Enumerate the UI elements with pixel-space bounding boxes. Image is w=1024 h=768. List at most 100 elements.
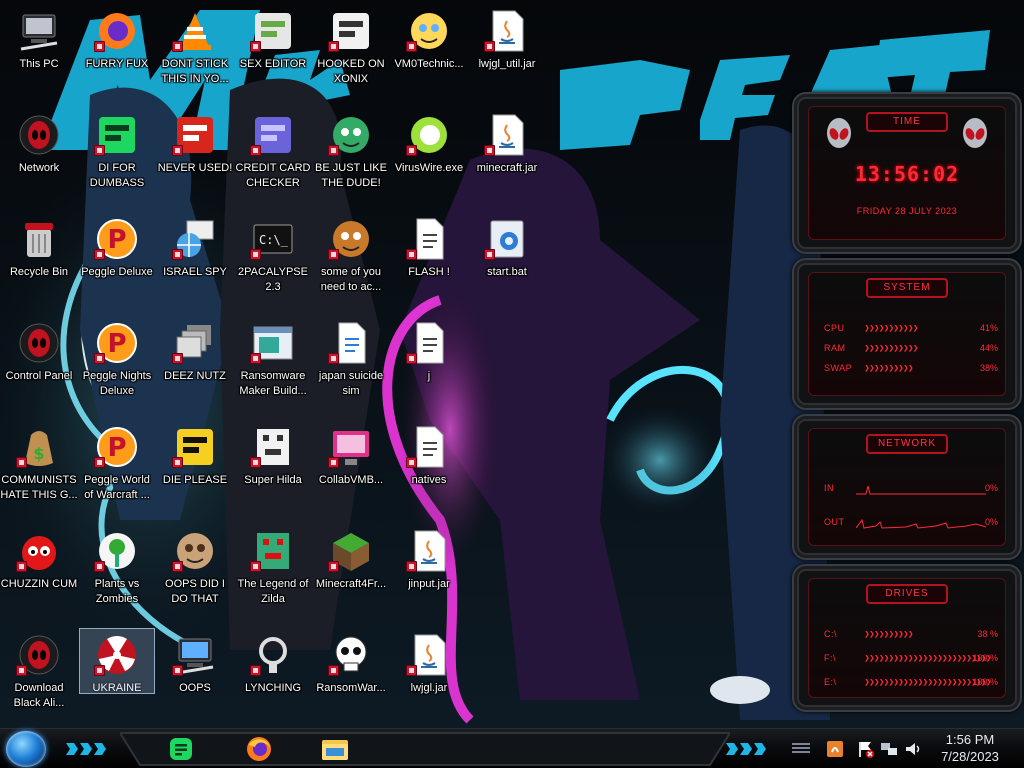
desktop-icon[interactable]: C:\_ 2PACALYPSE 2.3 <box>234 212 312 295</box>
network-gadget[interactable]: NETWORK IN 0% OUT 0% <box>792 414 1022 560</box>
desktop-icon[interactable]: P Peggle Nights Deluxe <box>78 316 156 399</box>
desktop-icon[interactable]: VM0Technic... <box>390 4 468 72</box>
desktop-icon[interactable]: $ COMMUNISTS HATE THIS G... <box>0 420 78 503</box>
desktop-icon[interactable]: ISRAEL SPY <box>156 212 234 280</box>
gadget-row-value: 100 % <box>972 653 998 663</box>
desktop-icon[interactable]: UKRAINE <box>78 628 156 696</box>
desktop-icon[interactable]: j <box>390 316 468 384</box>
desktop-icon[interactable]: some of you need to ac... <box>312 212 390 295</box>
desktop-icon[interactable]: minecraft.jar <box>468 108 546 176</box>
desktop-icon[interactable]: lwjgl.jar <box>390 628 468 696</box>
desktop-icon[interactable]: FURRY FUX <box>78 4 156 72</box>
shortcut-badge-icon <box>16 561 27 572</box>
desktop-icon[interactable]: Network <box>0 108 78 176</box>
desktop-icon-label: natives <box>411 474 447 486</box>
gadget-row-label: OUT <box>824 517 845 527</box>
desktop-icon[interactable]: japan suicide sim <box>312 316 390 399</box>
gadget-row-label: C:\ <box>824 629 838 639</box>
desktop-icon[interactable]: jinput.jar <box>390 524 468 592</box>
desktop-icon[interactable]: P Peggle World of Warcraft ... <box>78 420 156 503</box>
taskbar-firefox[interactable] <box>236 732 282 766</box>
desktop-icon-label: jinput.jar <box>408 578 450 590</box>
desktop-icon[interactable]: CREDIT CARD CHECKER <box>234 108 312 191</box>
desktop-icon[interactable]: This PC <box>0 4 78 72</box>
pixel-character-icon <box>250 424 296 470</box>
shortcut-badge-icon <box>16 457 27 468</box>
level-chevrons: ❯❯❯❯❯❯❯❯❯❯❯ <box>864 325 918 332</box>
level-chevrons: ❯❯❯❯❯❯❯❯❯❯❯ <box>864 345 918 352</box>
desktop-icon[interactable]: SEX EDITOR <box>234 4 312 72</box>
system-gadget[interactable]: SYSTEM CPU ❯❯❯❯❯❯❯❯❯❯❯ 41% RAM ❯❯❯❯❯❯❯❯❯❯❯ 44… <box>792 258 1022 410</box>
beaver-icon <box>328 216 374 262</box>
taskbar-file-explorer[interactable] <box>312 732 358 766</box>
desktop-icon-label: DI FOR DUMBASS <box>89 162 145 189</box>
tray-volume[interactable] <box>904 740 922 758</box>
taskbar-clock[interactable]: 1:56 PM 7/28/2023 <box>930 731 1010 765</box>
clock-date: 7/28/2023 <box>941 749 999 764</box>
desktop-icon-label: start.bat <box>487 266 527 278</box>
desktop-icon-label: ISRAEL SPY <box>163 266 227 278</box>
chuzzle-icon <box>16 528 62 574</box>
desktop-icon[interactable]: The Legend of Zilda <box>234 524 312 607</box>
desktop-icon[interactable]: FLASH ! <box>390 212 468 280</box>
desktop-icon[interactable]: VirusWire.exe <box>390 108 468 176</box>
desktop-icon-label: j <box>427 370 431 382</box>
alien-head-icon <box>963 118 987 148</box>
time-gadget-clock: 13:56:02 <box>854 162 960 186</box>
gadget-row: C:\ ❯❯❯❯❯❯❯❯❯❯ 38 % <box>824 628 998 642</box>
desktop-icon[interactable]: DONT STICK THIS IN YO... <box>156 4 234 87</box>
svg-text:P: P <box>107 433 126 463</box>
tray-java-update[interactable] <box>826 740 844 758</box>
desktop-icon-label: DIE PLEASE <box>162 474 228 486</box>
java-file-icon <box>406 632 452 678</box>
desktop-icon-label: VirusWire.exe <box>394 162 464 174</box>
desktop-icon[interactable]: DEEZ NUTZ <box>156 316 234 384</box>
tray-show-desktop[interactable] <box>792 740 810 758</box>
desktop-icon[interactable]: P Peggle Deluxe <box>78 212 156 280</box>
svg-text:C:\_: C:\_ <box>259 233 289 247</box>
desktop-icon-label: japan suicide sim <box>318 370 384 397</box>
desktop-icon-label: minecraft.jar <box>476 162 538 174</box>
shortcut-badge-icon <box>94 353 105 364</box>
desktop-icon[interactable]: LYNCHING <box>234 628 312 696</box>
tray-network[interactable] <box>880 740 898 758</box>
gadget-row-value: 38 % <box>977 629 998 639</box>
desktop-icon[interactable]: OOPS <box>156 628 234 696</box>
desktop-icon[interactable]: BE JUST LIKE THE DUDE! <box>312 108 390 191</box>
tray-action-center[interactable] <box>856 740 874 758</box>
desktop-icon[interactable]: Ransomware Maker Build... <box>234 316 312 399</box>
desktop-icon-label: Recycle Bin <box>9 266 69 278</box>
desktop-icon-label: Peggle World of Warcraft ... <box>84 474 150 501</box>
taskbar-decoration-left <box>66 743 106 755</box>
shortcut-badge-icon <box>94 249 105 260</box>
desktop-icon[interactable]: RansomWar... <box>312 628 390 696</box>
stripes-icon <box>792 743 810 753</box>
peggle-icon: P <box>94 424 140 470</box>
desktop-icon[interactable]: Super Hilda <box>234 420 312 488</box>
desktop-icon[interactable]: DI FOR DUMBASS <box>78 108 156 191</box>
taskbar-app-green[interactable] <box>158 732 204 766</box>
desktop-icon[interactable]: Control Panel <box>0 316 78 384</box>
shortcut-badge-icon <box>328 249 339 260</box>
shortcut-badge-icon <box>406 145 417 156</box>
java-update-icon <box>827 741 843 757</box>
time-gadget[interactable]: TIME 13:56:02 FRIDAY 28 JULY 2023 <box>792 92 1022 254</box>
desktop-icon[interactable]: CollabVMB... <box>312 420 390 488</box>
drives-gadget[interactable]: DRIVES C:\ ❯❯❯❯❯❯❯❯❯❯ 38 % F:\ ❯❯❯❯❯❯❯❯❯❯❯❯❯… <box>792 564 1022 712</box>
desktop-icon-label: CREDIT CARD CHECKER <box>235 162 311 189</box>
desktop-icon[interactable]: OOPS DID I DO THAT <box>156 524 234 607</box>
desktop-icon[interactable]: Download Black Ali... <box>0 628 78 711</box>
desktop-icon[interactable]: NEVER USED! <box>156 108 234 176</box>
desktop-icon-label: Network <box>18 162 60 174</box>
start-button[interactable] <box>6 731 46 767</box>
desktop-icon[interactable]: DIE PLEASE <box>156 420 234 488</box>
desktop-icon[interactable]: Minecraft4Fr... <box>312 524 390 592</box>
desktop-icon[interactable]: Recycle Bin <box>0 212 78 280</box>
system-gadget-title: SYSTEM <box>866 278 948 298</box>
desktop-icon[interactable]: start.bat <box>468 212 546 280</box>
desktop-icon[interactable]: CHUZZIN CUM <box>0 524 78 592</box>
desktop-icon[interactable]: natives <box>390 420 468 488</box>
desktop-icon[interactable]: Plants vs Zombies <box>78 524 156 607</box>
desktop-icon[interactable]: HOOKED ON XONIX <box>312 4 390 87</box>
desktop-icon[interactable]: lwjgl_util.jar <box>468 4 546 72</box>
